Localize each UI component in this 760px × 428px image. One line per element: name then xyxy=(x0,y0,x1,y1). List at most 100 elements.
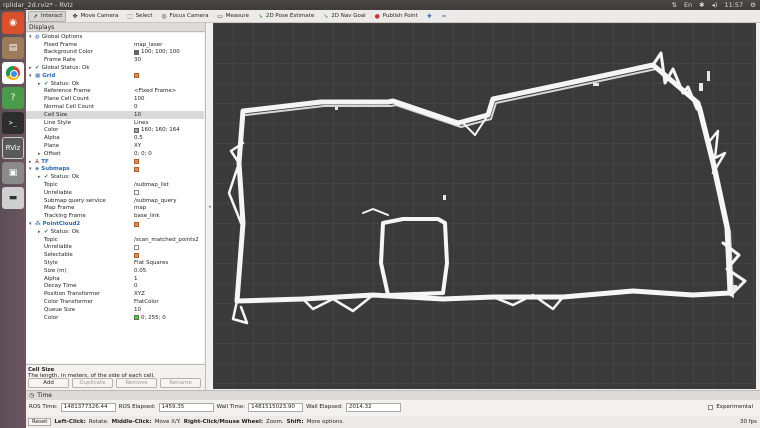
display-tree-row[interactable]: Topic/scan_matched_points2 xyxy=(26,236,204,244)
sound-icon[interactable]: ◂) xyxy=(712,1,718,9)
display-tree-row[interactable]: Unreliable xyxy=(26,189,204,197)
ros-elapsed-field[interactable]: 1459.35 xyxy=(158,402,214,412)
property-value[interactable]: Flat Squares xyxy=(134,260,168,266)
panel-splitter[interactable]: ◂ xyxy=(206,23,213,390)
property-value[interactable] xyxy=(134,221,141,227)
display-tree-row[interactable]: ▾ ⁂ PointCloud2 xyxy=(26,220,204,228)
experimental-toggle[interactable]: Experimental xyxy=(708,404,757,410)
property-checkbox[interactable] xyxy=(134,159,139,165)
property-value[interactable]: <Fixed Frame> xyxy=(134,88,176,94)
display-tree-row[interactable]: Size (m) 0.05 xyxy=(26,267,204,275)
property-value[interactable]: FlatColor xyxy=(134,299,159,305)
display-tree-row[interactable]: Submap query service/submap_query xyxy=(26,197,204,205)
display-tree-row[interactable]: Plane Cell Count 100 xyxy=(26,95,204,103)
property-checkbox[interactable] xyxy=(134,244,139,250)
3d-viewport[interactable] xyxy=(213,23,756,389)
property-value[interactable]: 0 xyxy=(134,283,138,289)
collapsed-arrow-icon[interactable]: ▸ xyxy=(38,81,43,87)
expanded-arrow-icon[interactable]: ▾ xyxy=(29,73,34,79)
display-tree-row[interactable]: Color Transformer FlatColor xyxy=(26,298,204,306)
display-tree-row[interactable]: Selectable xyxy=(26,251,204,259)
tool-2d-pose-estimate[interactable]: ➘ 2D Pose Estimate xyxy=(254,12,317,21)
disk-icon[interactable]: ▬ xyxy=(2,187,24,209)
expanded-arrow-icon[interactable]: ▾ xyxy=(29,34,34,40)
property-value[interactable] xyxy=(134,244,141,250)
display-tree-row[interactable]: Normal Cell Count 0 xyxy=(26,103,204,111)
display-tree-row[interactable]: Map Frame map xyxy=(26,205,204,213)
property-checkbox[interactable] xyxy=(134,166,139,172)
tool-select[interactable]: ⬚ Select xyxy=(124,12,156,21)
chrome-icon[interactable] xyxy=(2,62,24,84)
property-value[interactable]: 100; 100; 100 xyxy=(134,49,180,55)
display-tree-row[interactable]: Reference Frame <Fixed Frame> xyxy=(26,88,204,96)
color-swatch[interactable] xyxy=(134,315,139,321)
add-display-button[interactable]: Add xyxy=(28,377,69,388)
bluetooth-icon[interactable]: ✱ xyxy=(699,1,704,9)
display-tree-row[interactable]: Cell Size 10 xyxy=(26,110,204,119)
display-tree-row[interactable]: Color 0; 255; 0 xyxy=(26,314,204,322)
wall-time-field[interactable]: 1481515023.90 xyxy=(248,402,304,412)
display-tree-row[interactable]: ▾ ◈ Submaps xyxy=(26,166,204,174)
wall-elapsed-field[interactable]: 2014.32 xyxy=(345,402,401,412)
property-value[interactable]: 0 xyxy=(134,104,138,110)
display-tree-row[interactable]: Plane XY xyxy=(26,142,204,150)
property-value[interactable]: 1 xyxy=(134,276,138,282)
property-value[interactable] xyxy=(134,159,141,165)
property-value[interactable]: 160; 160; 164 xyxy=(134,127,180,133)
property-value[interactable]: map_laser xyxy=(134,42,162,48)
property-value[interactable] xyxy=(134,190,141,196)
collapsed-arrow-icon[interactable]: ▸ xyxy=(29,159,34,165)
display-tree-row[interactable]: ▸ ✔ Status: Ok xyxy=(26,228,204,236)
archive-icon[interactable]: ▣ xyxy=(2,162,24,184)
property-value[interactable]: base_link xyxy=(134,213,160,219)
files-icon[interactable]: ▤ xyxy=(2,37,24,59)
property-value[interactable]: XY xyxy=(134,143,141,149)
expanded-arrow-icon[interactable]: ▾ xyxy=(29,166,34,172)
ros-time-field[interactable]: 1481377326.44 xyxy=(60,402,116,412)
property-value[interactable]: 0.5 xyxy=(134,135,143,141)
display-tree-row[interactable]: Alpha 1 xyxy=(26,275,204,283)
expanded-arrow-icon[interactable]: ▾ xyxy=(29,221,34,227)
property-checkbox[interactable] xyxy=(134,221,139,227)
property-value[interactable]: Lines xyxy=(134,120,148,126)
property-checkbox[interactable] xyxy=(134,190,139,196)
rviz-icon[interactable]: RViz xyxy=(2,137,24,159)
settings-gear-icon[interactable]: ⚙ xyxy=(750,1,756,9)
keyboard-icon[interactable]: En xyxy=(684,1,692,9)
duplicate-display-button[interactable]: Duplicate xyxy=(72,377,113,388)
clock[interactable]: 11:57 xyxy=(724,1,743,9)
property-value[interactable]: map xyxy=(134,205,146,211)
tool-move-camera[interactable]: ✥ Move Camera xyxy=(68,12,121,21)
display-tree-row[interactable]: ▸ ✔ Status: Ok xyxy=(26,80,204,88)
tool-focus-camera[interactable]: ◎ Focus Camera xyxy=(158,12,212,21)
display-tree-row[interactable]: Alpha 0.5 xyxy=(26,134,204,142)
remove-display-button[interactable]: Remove xyxy=(116,377,157,388)
property-checkbox[interactable] xyxy=(134,73,139,79)
terminal-icon[interactable]: >_ xyxy=(2,112,24,134)
display-tree-row[interactable]: Position Transformer XYZ xyxy=(26,290,204,298)
property-value[interactable]: 100 xyxy=(134,96,145,102)
property-checkbox[interactable] xyxy=(134,252,139,258)
ubuntu-logo-icon[interactable]: ◉ xyxy=(2,12,24,34)
display-tree-row[interactable]: ▸ ✔ Status: Ok xyxy=(26,173,204,181)
property-value[interactable]: 10 xyxy=(134,112,141,118)
collapsed-arrow-icon[interactable]: ▸ xyxy=(38,229,43,235)
property-value[interactable]: XYZ xyxy=(134,291,145,297)
collapsed-arrow-icon[interactable]: ▸ xyxy=(38,151,43,157)
property-value[interactable]: /submap_list xyxy=(134,182,169,188)
collapsed-arrow-icon[interactable]: ▸ xyxy=(38,174,43,180)
display-tree-row[interactable]: ▸ Offset 0; 0; 0 xyxy=(26,150,204,158)
display-tree-row[interactable]: Frame Rate 30 xyxy=(26,56,204,64)
display-tree-row[interactable]: ▸ ✔ Global Status: Ok xyxy=(26,64,204,72)
rename-display-button[interactable]: Rename xyxy=(160,377,201,388)
tool-plus-button[interactable]: ✚ xyxy=(423,12,436,21)
tool-interact[interactable]: ➚ Interact xyxy=(28,10,67,22)
display-tree-row[interactable]: Tracking Frame base_link xyxy=(26,212,204,220)
property-value[interactable] xyxy=(134,252,141,258)
property-value[interactable]: 0; 0; 0 xyxy=(134,151,152,157)
map-render[interactable] xyxy=(213,23,756,389)
color-swatch[interactable] xyxy=(134,127,139,133)
display-tree-row[interactable]: ▾ ◍ Global Options xyxy=(26,33,204,41)
display-tree-row[interactable]: Topic/submap_list xyxy=(26,181,204,189)
display-tree-row[interactable]: Decay Time 0 xyxy=(26,283,204,291)
